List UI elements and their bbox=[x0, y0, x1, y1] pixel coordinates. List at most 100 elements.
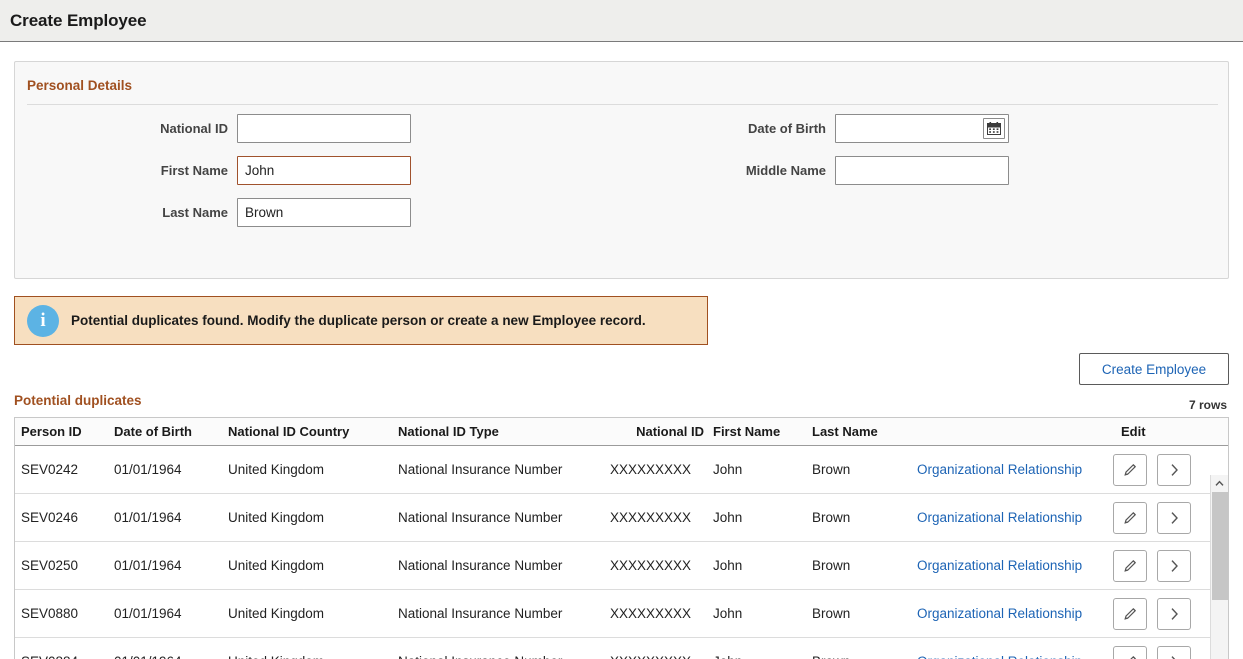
organizational-relationship-link[interactable]: Organizational Relationship bbox=[917, 654, 1082, 659]
cell-org-relationship: Organizational Relationship bbox=[917, 606, 1113, 621]
national-id-label: National ID bbox=[160, 121, 228, 136]
cell-national-id-country: United Kingdom bbox=[228, 510, 398, 525]
cell-national-id-type: National Insurance Number bbox=[398, 558, 610, 573]
cell-national-id: XXXXXXXXX bbox=[610, 654, 713, 659]
first-name-input[interactable] bbox=[237, 156, 411, 185]
date-of-birth-label: Date of Birth bbox=[748, 121, 826, 136]
duplicate-warning-message: i Potential duplicates found. Modify the… bbox=[14, 296, 708, 345]
scrollbar-thumb[interactable] bbox=[1212, 492, 1228, 600]
scroll-up-icon[interactable] bbox=[1211, 475, 1229, 492]
column-header-first-name: First Name bbox=[713, 424, 812, 439]
create-employee-button[interactable]: Create Employee bbox=[1079, 353, 1229, 385]
duplicate-warning-text: Potential duplicates found. Modify the d… bbox=[71, 313, 646, 328]
organizational-relationship-link[interactable]: Organizational Relationship bbox=[917, 462, 1082, 477]
cell-national-id-type: National Insurance Number bbox=[398, 654, 610, 659]
column-header-national-id-country: National ID Country bbox=[228, 424, 398, 439]
field-row-national-id: National ID bbox=[15, 114, 411, 143]
table-row[interactable]: SEV024601/01/1964United KingdomNational … bbox=[15, 494, 1211, 542]
column-header-edit: Edit bbox=[1113, 424, 1211, 439]
cell-first-name: John bbox=[713, 558, 812, 573]
field-row-first-name: First Name bbox=[15, 156, 411, 185]
table-row[interactable]: SEV025001/01/1964United KingdomNational … bbox=[15, 542, 1211, 590]
grid-body-viewport: SEV024201/01/1964United KingdomNational … bbox=[15, 446, 1228, 659]
cell-national-id-country: United Kingdom bbox=[228, 462, 398, 477]
cell-first-name: John bbox=[713, 606, 812, 621]
cell-org-relationship: Organizational Relationship bbox=[917, 510, 1113, 525]
section-divider bbox=[27, 104, 1218, 105]
middle-name-label: Middle Name bbox=[746, 163, 826, 178]
cell-last-name: Brown bbox=[812, 654, 917, 659]
column-header-person-id: Person ID bbox=[15, 424, 114, 439]
table-row[interactable]: SEV024201/01/1964United KingdomNational … bbox=[15, 446, 1211, 494]
cell-edit-actions bbox=[1113, 550, 1211, 582]
page-header: Create Employee bbox=[0, 0, 1243, 42]
column-header-date-of-birth: Date of Birth bbox=[114, 424, 228, 439]
cell-national-id-country: United Kingdom bbox=[228, 558, 398, 573]
chevron-right-icon[interactable] bbox=[1157, 598, 1191, 630]
cell-date-of-birth: 01/01/1964 bbox=[114, 558, 228, 573]
cell-national-id: XXXXXXXXX bbox=[610, 606, 713, 621]
chevron-right-icon[interactable] bbox=[1157, 646, 1191, 659]
cell-national-id-type: National Insurance Number bbox=[398, 462, 610, 477]
cell-national-id: XXXXXXXXX bbox=[610, 558, 713, 573]
pencil-icon[interactable] bbox=[1113, 454, 1147, 486]
cell-last-name: Brown bbox=[812, 606, 917, 621]
chevron-right-icon[interactable] bbox=[1157, 454, 1191, 486]
national-id-input[interactable] bbox=[237, 114, 411, 143]
cell-person-id: SEV0250 bbox=[15, 558, 114, 573]
cell-org-relationship: Organizational Relationship bbox=[917, 558, 1113, 573]
last-name-input[interactable] bbox=[237, 198, 411, 227]
chevron-right-icon[interactable] bbox=[1157, 550, 1191, 582]
table-row[interactable]: SEV088001/01/1964United KingdomNational … bbox=[15, 590, 1211, 638]
grid-header-row: Person ID Date of Birth National ID Coun… bbox=[15, 418, 1228, 446]
cell-last-name: Brown bbox=[812, 462, 917, 477]
cell-first-name: John bbox=[713, 462, 812, 477]
cell-national-id-type: National Insurance Number bbox=[398, 510, 610, 525]
cell-first-name: John bbox=[713, 654, 812, 659]
first-name-label: First Name bbox=[161, 163, 228, 178]
personal-details-panel: Personal Details National ID First Name … bbox=[14, 61, 1229, 279]
cell-date-of-birth: 01/01/1964 bbox=[114, 654, 228, 659]
cell-edit-actions bbox=[1113, 598, 1211, 630]
date-of-birth-wrapper bbox=[835, 114, 1009, 143]
last-name-label: Last Name bbox=[162, 205, 228, 220]
row-count-label: 7 rows bbox=[1189, 398, 1227, 412]
cell-person-id: SEV0880 bbox=[15, 606, 114, 621]
cell-date-of-birth: 01/01/1964 bbox=[114, 510, 228, 525]
column-header-national-id: National ID bbox=[610, 424, 713, 439]
chevron-right-icon[interactable] bbox=[1157, 502, 1191, 534]
cell-first-name: John bbox=[713, 510, 812, 525]
cell-edit-actions bbox=[1113, 454, 1211, 486]
column-header-last-name: Last Name bbox=[812, 424, 917, 439]
calendar-icon[interactable] bbox=[983, 118, 1005, 139]
field-row-date-of-birth: Date of Birth bbox=[615, 114, 1009, 143]
potential-duplicates-grid: Person ID Date of Birth National ID Coun… bbox=[14, 417, 1229, 659]
pencil-icon[interactable] bbox=[1113, 502, 1147, 534]
field-row-last-name: Last Name bbox=[15, 198, 411, 227]
cell-person-id: SEV0246 bbox=[15, 510, 114, 525]
organizational-relationship-link[interactable]: Organizational Relationship bbox=[917, 558, 1082, 573]
cell-date-of-birth: 01/01/1964 bbox=[114, 606, 228, 621]
cell-org-relationship: Organizational Relationship bbox=[917, 462, 1113, 477]
pencil-icon[interactable] bbox=[1113, 646, 1147, 659]
cell-org-relationship: Organizational Relationship bbox=[917, 654, 1113, 659]
middle-name-input[interactable] bbox=[835, 156, 1009, 185]
scrollbar-track[interactable] bbox=[1212, 492, 1228, 659]
cell-edit-actions bbox=[1113, 646, 1211, 659]
cell-person-id: SEV0884 bbox=[15, 654, 114, 659]
cell-date-of-birth: 01/01/1964 bbox=[114, 462, 228, 477]
organizational-relationship-link[interactable]: Organizational Relationship bbox=[917, 510, 1082, 525]
cell-national-id-country: United Kingdom bbox=[228, 654, 398, 659]
cell-national-id: XXXXXXXXX bbox=[610, 510, 713, 525]
grid-body: SEV024201/01/1964United KingdomNational … bbox=[15, 446, 1211, 659]
cell-edit-actions bbox=[1113, 502, 1211, 534]
organizational-relationship-link[interactable]: Organizational Relationship bbox=[917, 606, 1082, 621]
cell-national-id-type: National Insurance Number bbox=[398, 606, 610, 621]
cell-last-name: Brown bbox=[812, 558, 917, 573]
pencil-icon[interactable] bbox=[1113, 550, 1147, 582]
pencil-icon[interactable] bbox=[1113, 598, 1147, 630]
cell-person-id: SEV0242 bbox=[15, 462, 114, 477]
grid-vertical-scrollbar[interactable] bbox=[1210, 475, 1228, 659]
table-row[interactable]: SEV088401/01/1964United KingdomNational … bbox=[15, 638, 1211, 659]
field-row-middle-name: Middle Name bbox=[615, 156, 1009, 185]
